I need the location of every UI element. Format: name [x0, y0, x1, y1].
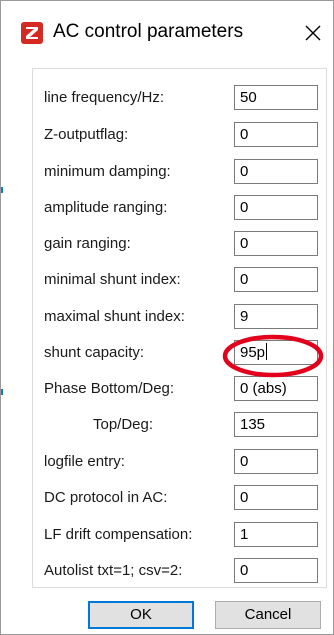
- close-button[interactable]: [297, 17, 329, 49]
- label-maximal-shunt-index: maximal shunt index:: [44, 308, 185, 325]
- z-outputflag-input[interactable]: 0: [234, 122, 318, 147]
- phase-top-input[interactable]: 135: [234, 412, 318, 437]
- background-edge-mark: [1, 187, 3, 193]
- cancel-button[interactable]: Cancel: [215, 601, 321, 629]
- label-logfile-entry: logfile entry:: [44, 453, 125, 470]
- label-phase-top: Top/Deg:: [93, 416, 154, 433]
- label-shunt-capacity: shunt capacity:: [44, 344, 145, 361]
- label-gain-ranging: gain ranging:: [44, 235, 131, 252]
- label-dc-protocol: DC protocol in AC:: [44, 489, 168, 506]
- background-edge-mark: [1, 389, 3, 395]
- dialog-window: AC control parameters line frequency/Hz:…: [0, 0, 334, 635]
- close-icon: [305, 25, 321, 41]
- minimal-shunt-index-input[interactable]: 0: [234, 267, 318, 292]
- label-amplitude-ranging: amplitude ranging:: [44, 199, 168, 216]
- logfile-entry-input[interactable]: 0: [234, 449, 318, 474]
- label-z-outputflag: Z-outputflag:: [44, 126, 129, 143]
- text-caret: [266, 343, 268, 360]
- label-minimum-damping: minimum damping:: [44, 163, 171, 180]
- shunt-capacity-input[interactable]: 95p: [234, 340, 318, 365]
- minimum-damping-input[interactable]: 0: [234, 159, 318, 184]
- amplitude-ranging-input[interactable]: 0: [234, 195, 318, 220]
- window-title: AC control parameters: [53, 21, 244, 42]
- label-lf-drift-compensation: LF drift compensation:: [44, 526, 193, 543]
- label-line-frequency: line frequency/Hz:: [44, 89, 165, 106]
- label-autolist: Autolist txt=1; csv=2:: [44, 562, 183, 579]
- maximal-shunt-index-input[interactable]: 9: [234, 304, 318, 329]
- label-phase-bottom: Phase Bottom/Deg:: [44, 380, 175, 397]
- label-minimal-shunt-index: minimal shunt index:: [44, 271, 181, 288]
- app-z-icon: [21, 22, 43, 44]
- title-bar[interactable]: AC control parameters: [1, 1, 333, 67]
- shunt-capacity-value: 95p: [240, 344, 266, 361]
- phase-bottom-input[interactable]: 0 (abs): [234, 376, 318, 401]
- dc-protocol-input[interactable]: 0: [234, 485, 318, 510]
- gain-ranging-input[interactable]: 0: [234, 231, 318, 256]
- autolist-input[interactable]: 0: [234, 558, 318, 583]
- lf-drift-compensation-input[interactable]: 1: [234, 522, 318, 547]
- ok-button[interactable]: OK: [88, 601, 194, 629]
- line-frequency-input[interactable]: 50: [234, 85, 318, 110]
